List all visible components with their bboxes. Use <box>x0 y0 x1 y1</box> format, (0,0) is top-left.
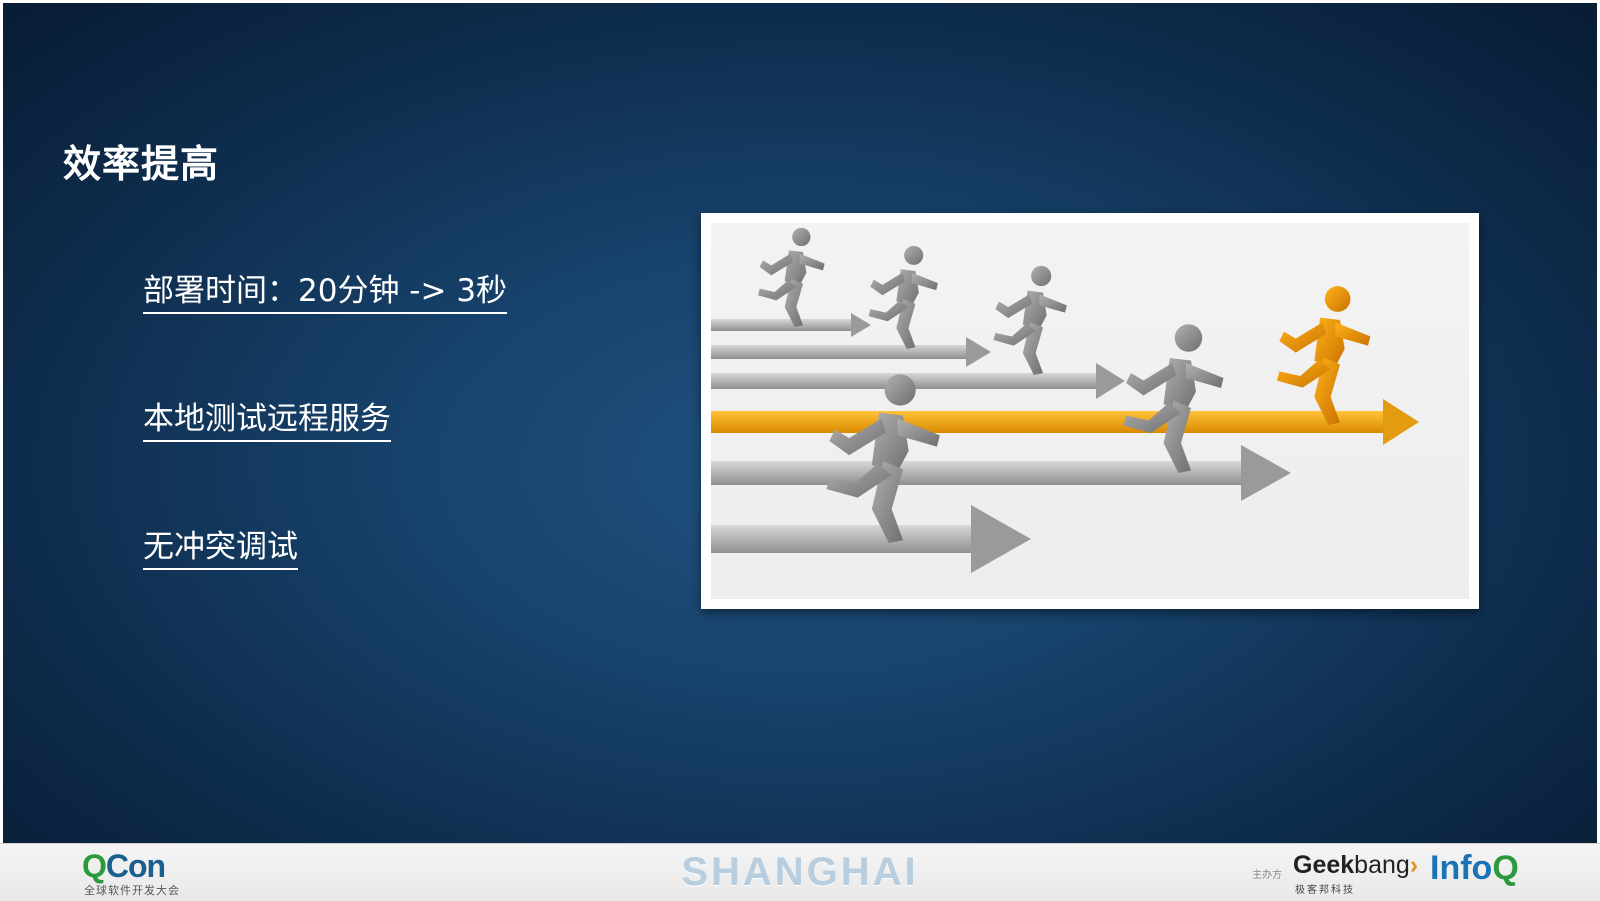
slide-main-area: 效率提高 部署时间：20分钟 -> 3秒 本地测试远程服务 无冲突调试 <box>3 3 1597 843</box>
bullet-conflict-free-debug: 无冲突调试 <box>143 529 298 571</box>
slide-title: 效率提高 <box>63 142 220 186</box>
bullet-local-test: 本地测试远程服务 <box>143 401 391 443</box>
infoq-logo-info: Info <box>1430 849 1493 887</box>
organizer-label: 主办方 <box>1252 870 1282 881</box>
gray-arrow-2 <box>711 337 991 367</box>
footer-bar: QCon 全球软件开发大会 SHANGHAI 主办方 Geekbang› 极客邦… <box>0 843 1600 901</box>
geekbang-logo: Geekbang› 极客邦科技 <box>1293 851 1423 897</box>
geekbang-logo-geek: Geek <box>1293 851 1355 879</box>
gray-arrow-5 <box>711 505 1031 573</box>
geekbang-arrow-icon: › <box>1409 851 1419 879</box>
geekbang-logo-subtitle: 极客邦科技 <box>1295 885 1355 896</box>
infoq-logo-q: Q <box>1492 849 1519 887</box>
gray-arrow-4 <box>711 445 1291 501</box>
bullet-deploy-time: 部署时间：20分钟 -> 3秒 <box>143 273 508 315</box>
geekbang-logo-bang: bang <box>1354 851 1410 879</box>
runners-image-frame <box>701 213 1479 609</box>
gray-arrow-3 <box>711 363 1125 399</box>
slide: 效率提高 部署时间：20分钟 -> 3秒 本地测试远程服务 无冲突调试 QCon… <box>0 0 1600 901</box>
runners-race-arrows-icon <box>711 223 1469 599</box>
orange-arrow <box>711 399 1419 445</box>
infoq-logo: InfoQ <box>1430 849 1519 888</box>
